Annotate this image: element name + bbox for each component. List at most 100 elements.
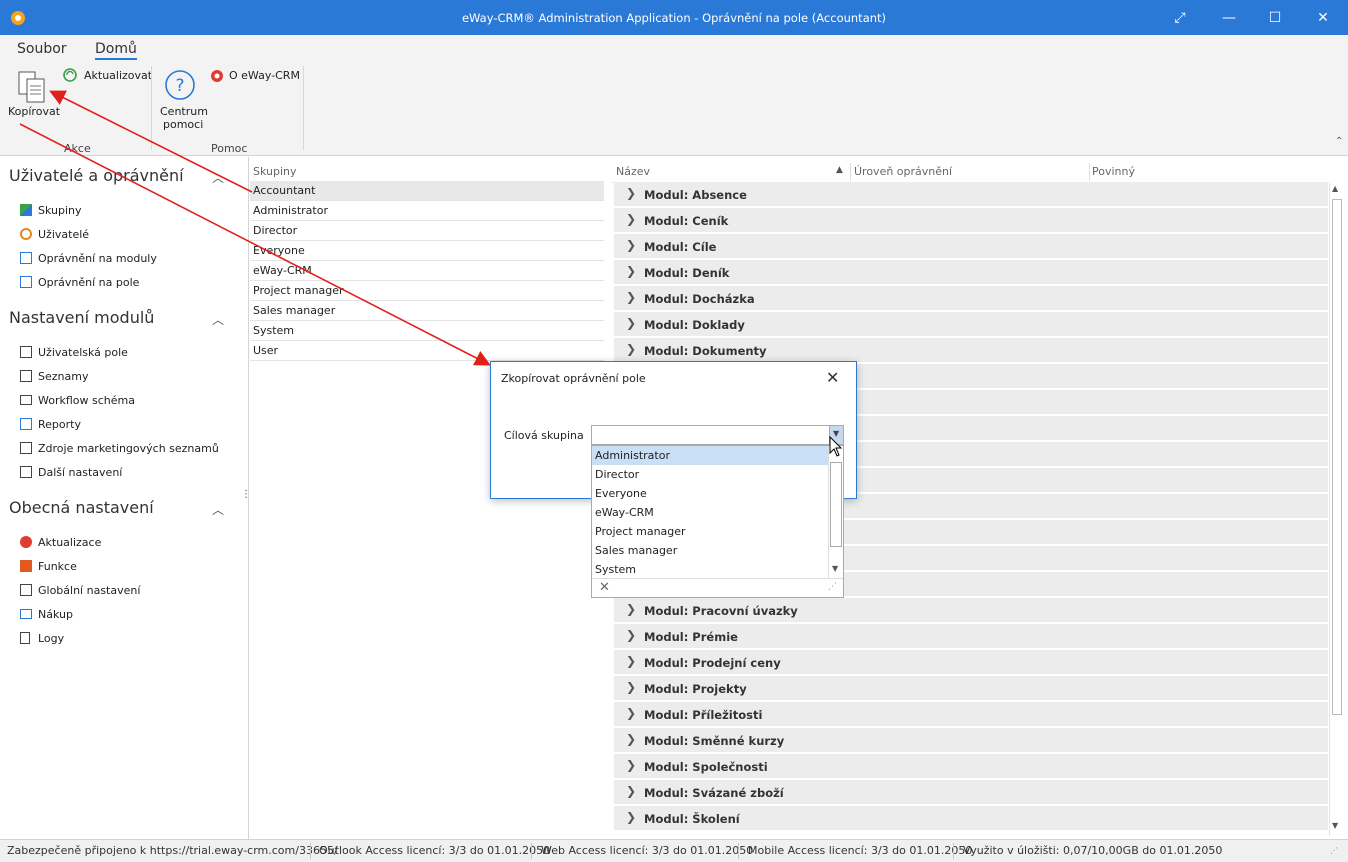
group-row[interactable]: ❯ Modul: Ceník xyxy=(614,208,1328,233)
nav-item-nakup[interactable]: Nákup xyxy=(20,604,73,624)
group-row[interactable]: ❯ Modul: Cíle xyxy=(614,234,1328,259)
chevron-up-icon[interactable]: ︿ xyxy=(212,169,224,186)
chevron-right-icon[interactable]: ❯ xyxy=(626,212,636,226)
tab-soubor[interactable]: Soubor xyxy=(17,41,67,57)
chevron-right-icon[interactable]: ❯ xyxy=(626,316,636,330)
nav-item-opravneni-pole[interactable]: Oprávnění na pole xyxy=(20,272,139,292)
group-row[interactable]: ❯ Modul: Absence xyxy=(614,182,1328,207)
group-row[interactable]: ❯ Modul: Projekty xyxy=(614,676,1328,701)
section-general-title[interactable]: Obecná nastavení xyxy=(9,498,154,517)
table-row[interactable]: User xyxy=(250,341,604,361)
dropdown-scrollbar-thumb[interactable] xyxy=(830,462,842,547)
table-row[interactable]: Administrator xyxy=(250,201,604,221)
nav-item-uzivatele[interactable]: Uživatelé xyxy=(20,224,89,244)
groups-column-header[interactable]: Skupiny xyxy=(250,161,604,183)
target-group-dropdown[interactable]: Administrator Director Everyone eWay-CRM… xyxy=(591,445,844,598)
column-divider[interactable] xyxy=(1089,163,1090,181)
table-row[interactable]: eWay-CRM xyxy=(250,261,604,281)
nav-item-skupiny[interactable]: Skupiny xyxy=(20,200,82,220)
table-row[interactable]: Everyone xyxy=(250,241,604,261)
scroll-down-icon[interactable]: ▼ xyxy=(1332,821,1338,830)
nav-item-logy[interactable]: Logy xyxy=(20,628,64,648)
scroll-down-icon[interactable]: ▼ xyxy=(832,564,838,573)
collapse-ribbon-icon[interactable]: ⌃ xyxy=(1335,136,1343,147)
nav-item-opravneni-moduly[interactable]: Oprávnění na moduly xyxy=(20,248,157,268)
column-header-name[interactable]: Název xyxy=(616,165,650,178)
nav-item-globalni[interactable]: Globální nastavení xyxy=(20,580,140,600)
chevron-right-icon[interactable]: ❯ xyxy=(626,810,636,824)
group-row[interactable]: ❯ Modul: Svázané zboží xyxy=(614,780,1328,805)
table-row[interactable]: Director xyxy=(250,221,604,241)
group-row[interactable]: ❯ Modul: Deník xyxy=(614,260,1328,285)
chevron-up-icon[interactable]: ︿ xyxy=(212,311,224,328)
copy-button[interactable]: Kopírovat xyxy=(8,105,60,118)
about-button[interactable]: O eWay-CRM xyxy=(229,69,300,82)
table-row[interactable]: System xyxy=(250,321,604,341)
group-row[interactable]: ❯ Modul: Doklady xyxy=(614,312,1328,337)
nav-item-funkce[interactable]: Funkce xyxy=(20,556,77,576)
table-row[interactable]: Accountant xyxy=(250,181,604,201)
section-users-title[interactable]: Uživatelé a oprávnění xyxy=(9,166,184,185)
dropdown-option[interactable]: Sales manager xyxy=(592,541,828,560)
dialog-close-icon[interactable]: ✕ xyxy=(826,368,839,387)
group-row[interactable]: ❯ Modul: Příležitosti xyxy=(614,702,1328,727)
dropdown-option[interactable]: Project manager xyxy=(592,522,828,541)
about-icon[interactable] xyxy=(210,69,224,83)
scroll-up-icon[interactable]: ▲ xyxy=(1332,184,1338,193)
close-button[interactable]: ✕ xyxy=(1313,8,1333,28)
nav-item-seznamy[interactable]: Seznamy xyxy=(20,366,88,386)
clear-icon[interactable]: ✕ xyxy=(599,580,610,595)
column-header-required[interactable]: Povinný xyxy=(1092,165,1135,178)
tab-domu[interactable]: Domů xyxy=(95,41,137,60)
chevron-right-icon[interactable]: ❯ xyxy=(626,186,636,200)
dropdown-option[interactable]: Administrator xyxy=(592,446,828,465)
restore-layout-icon[interactable]: ⤢ xyxy=(1170,8,1190,28)
dropdown-option[interactable]: Director xyxy=(592,465,828,484)
help-icon[interactable]: ? xyxy=(164,69,196,101)
nav-item-aktualizace[interactable]: Aktualizace xyxy=(20,532,101,552)
group-row[interactable]: ❯ Modul: Dokumenty xyxy=(614,338,1328,363)
chevron-right-icon[interactable]: ❯ xyxy=(626,602,636,616)
group-row[interactable]: ❯ Modul: Směnné kurzy xyxy=(614,728,1328,753)
nav-item-uzivatelska-pole[interactable]: Uživatelská pole xyxy=(20,342,128,362)
table-row[interactable]: Project manager xyxy=(250,281,604,301)
chevron-up-icon[interactable]: ︿ xyxy=(212,501,224,518)
target-group-combobox[interactable]: ▼ xyxy=(591,425,844,445)
column-header-level[interactable]: Úroveň oprávnění xyxy=(854,165,952,178)
scrollbar-thumb[interactable] xyxy=(1332,199,1342,715)
section-modules-title[interactable]: Nastavení modulů xyxy=(9,308,154,327)
chevron-right-icon[interactable]: ❯ xyxy=(626,784,636,798)
help-center-label-1[interactable]: Centrum xyxy=(160,105,208,118)
chevron-right-icon[interactable]: ❯ xyxy=(626,680,636,694)
dropdown-scrollbar[interactable]: ▼ xyxy=(828,446,843,578)
column-divider[interactable] xyxy=(850,163,851,181)
dropdown-option[interactable]: System xyxy=(592,560,828,579)
copy-icon[interactable] xyxy=(17,70,47,104)
table-row[interactable]: Sales manager xyxy=(250,301,604,321)
resize-grip-icon[interactable]: ⋰ xyxy=(828,582,837,592)
nav-item-reporty[interactable]: Reporty xyxy=(20,414,81,434)
minimize-button[interactable]: — xyxy=(1219,8,1239,28)
maximize-button[interactable]: ☐ xyxy=(1265,8,1285,28)
refresh-icon[interactable] xyxy=(63,68,77,82)
vertical-scrollbar[interactable]: ▲ ▼ xyxy=(1329,183,1344,836)
group-row[interactable]: ❯ Modul: Docházka xyxy=(614,286,1328,311)
chevron-right-icon[interactable]: ❯ xyxy=(626,758,636,772)
chevron-right-icon[interactable]: ❯ xyxy=(626,732,636,746)
resize-grip-icon[interactable]: ⋰ xyxy=(1330,846,1338,855)
dropdown-option[interactable]: Everyone xyxy=(592,484,828,503)
group-row[interactable]: ❯ Modul: Prémie xyxy=(614,624,1328,649)
chevron-right-icon[interactable]: ❯ xyxy=(626,290,636,304)
dropdown-option[interactable]: eWay-CRM xyxy=(592,503,828,522)
chevron-right-icon[interactable]: ❯ xyxy=(626,654,636,668)
group-row[interactable]: ❯ Modul: Prodejní ceny xyxy=(614,650,1328,675)
group-row[interactable]: ❯ Modul: Školení xyxy=(614,806,1328,831)
nav-item-dalsi[interactable]: Další nastavení xyxy=(20,462,122,482)
group-row[interactable]: ❯ Modul: Společnosti xyxy=(614,754,1328,779)
refresh-button[interactable]: Aktualizovat xyxy=(84,69,152,82)
nav-item-workflow[interactable]: Workflow schéma xyxy=(20,390,135,410)
chevron-right-icon[interactable]: ❯ xyxy=(626,342,636,356)
chevron-right-icon[interactable]: ❯ xyxy=(626,628,636,642)
chevron-right-icon[interactable]: ❯ xyxy=(626,238,636,252)
chevron-right-icon[interactable]: ❯ xyxy=(626,706,636,720)
